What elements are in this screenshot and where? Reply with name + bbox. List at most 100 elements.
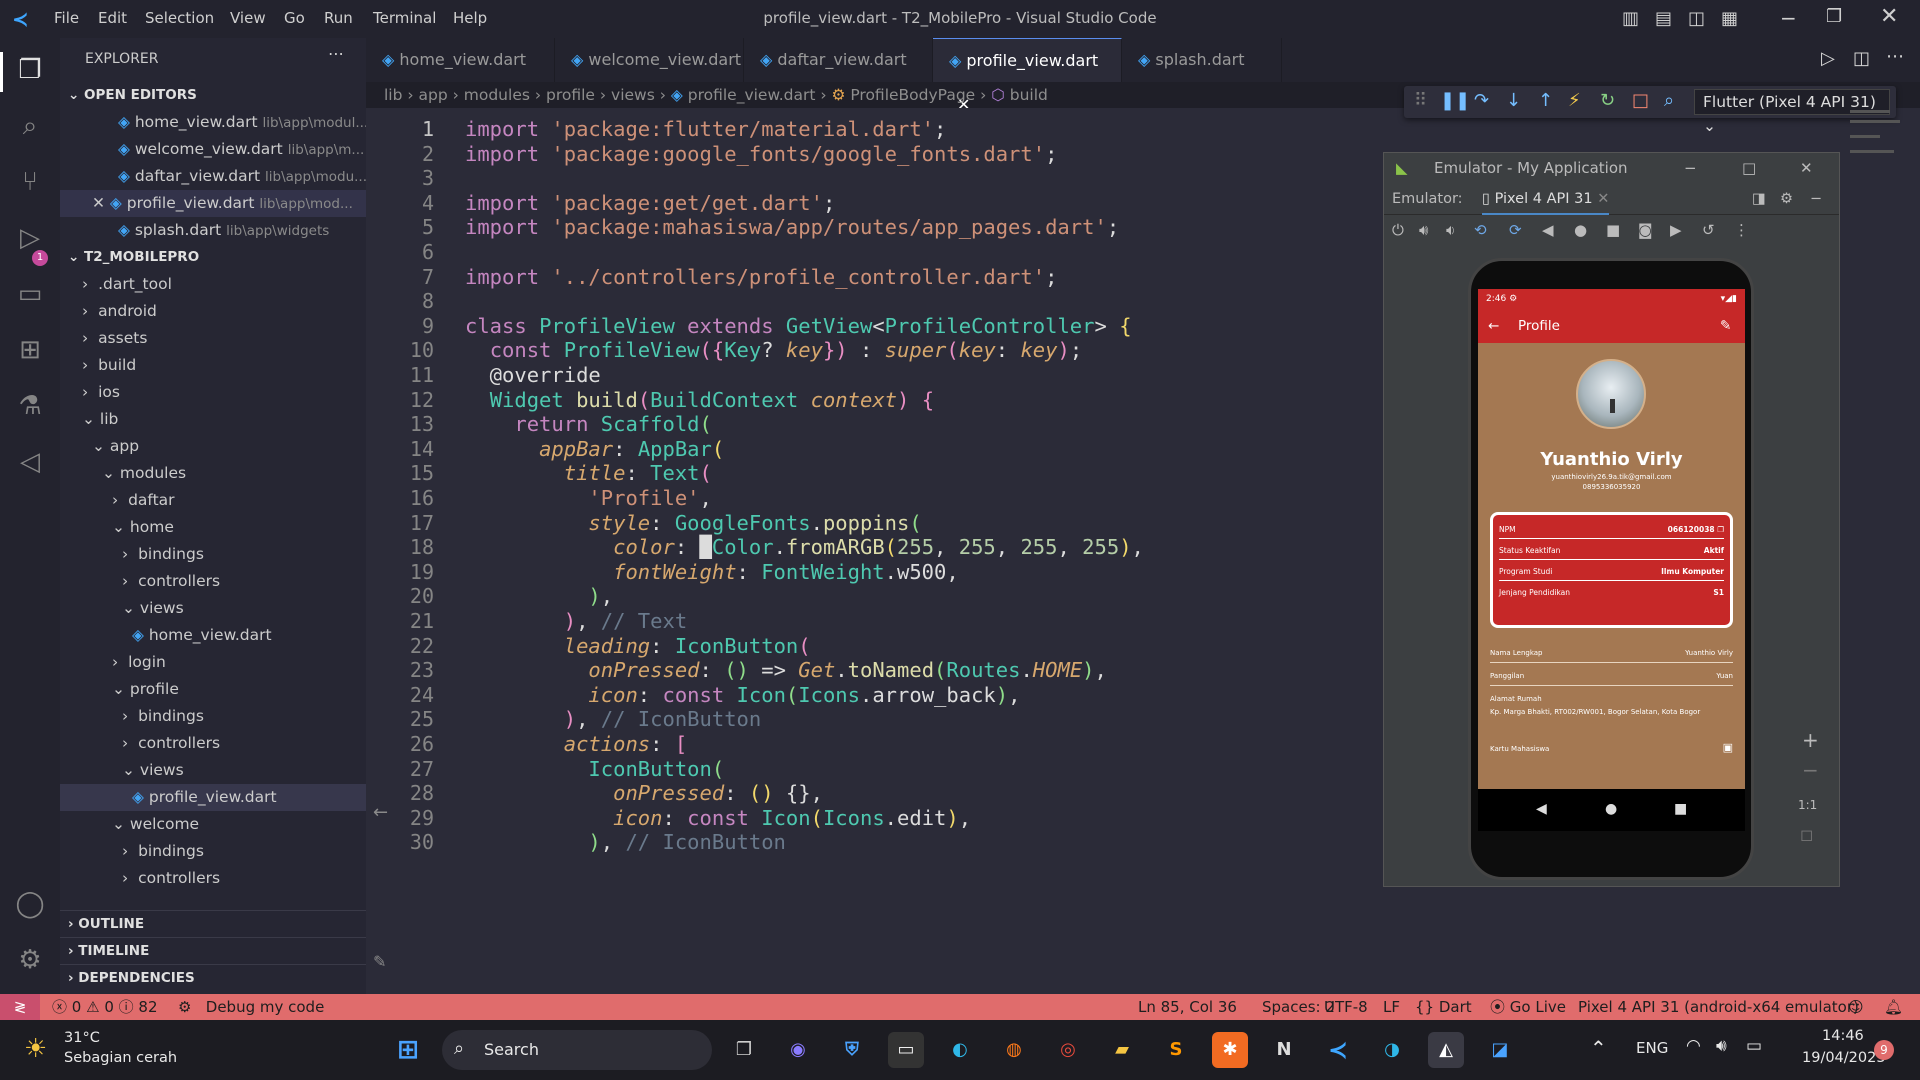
tree-folder[interactable]: ⌄ profile <box>60 676 366 703</box>
open-editor-item[interactable]: ◈ daftar_view.dart lib\app\modu... <box>60 163 366 190</box>
more-actions-icon[interactable]: ⋯ <box>328 44 344 63</box>
restore-icon[interactable]: ❐ <box>1826 6 1842 27</box>
tree-file[interactable]: ◈ home_view.dart <box>60 622 366 649</box>
vscode-icon[interactable]: ≺ <box>1320 1032 1356 1068</box>
remote-icon[interactable]: ≷ <box>0 994 40 1020</box>
volume-icon[interactable]: 🔊︎ <box>1716 1036 1727 1056</box>
tray-chevron-icon[interactable]: ⌃ <box>1590 1036 1607 1060</box>
tree-folder[interactable]: › build <box>60 352 366 379</box>
customize-layout-icon[interactable]: ▦ <box>1721 8 1738 29</box>
zoom-out-icon[interactable]: − <box>1802 758 1819 782</box>
toggle-secondary-sidebar-icon[interactable]: ◫ <box>1688 8 1705 29</box>
tree-folder[interactable]: › controllers <box>60 730 366 757</box>
settings-gear-icon[interactable]: ⚙ <box>14 944 46 976</box>
toggle-sidebar-icon[interactable]: ▥ <box>1622 8 1639 29</box>
volume-up-icon[interactable]: 🔊︎ <box>1419 215 1428 245</box>
run-icon[interactable]: ▷ <box>1821 48 1835 69</box>
id-card-icon[interactable]: ▣ <box>1723 741 1733 754</box>
emu-hide-icon[interactable]: − <box>1810 183 1822 215</box>
android-studio-icon[interactable]: ◭ <box>1428 1032 1464 1068</box>
minimap[interactable] <box>1850 110 1910 530</box>
breadcrumb-item[interactable]: profile_view.dart <box>688 86 816 104</box>
snapshot-icon[interactable]: ↺ <box>1702 215 1715 245</box>
power-icon[interactable]: ⏻ <box>1392 215 1404 245</box>
tree-folder[interactable]: › bindings <box>60 541 366 568</box>
tab-profile-view[interactable]: ◈ profile_view.dart ✕ <box>933 38 1122 114</box>
accounts-icon[interactable]: ◯ <box>14 888 46 920</box>
screenshot-icon[interactable]: ◙ <box>1638 215 1653 245</box>
volume-down-icon[interactable]: 🔉︎ <box>1446 215 1455 245</box>
open-editor-item[interactable]: ◈ splash.dart lib\app\widgets <box>60 217 366 244</box>
tree-folder[interactable]: › bindings <box>60 838 366 865</box>
language-mode[interactable]: {} Dart <box>1415 994 1472 1020</box>
photos-icon[interactable]: ◪ <box>1482 1032 1518 1068</box>
cursor-position[interactable]: Ln 85, Col 36 <box>1138 994 1237 1020</box>
open-editor-item[interactable]: ◈ home_view.dart lib\app\modul... <box>60 109 366 136</box>
tab-welcome-view[interactable]: ◈ welcome_view.dart <box>555 38 744 82</box>
file-explorer-icon[interactable]: ▰ <box>1104 1032 1140 1068</box>
toggle-panel-icon[interactable]: ▤ <box>1655 8 1672 29</box>
restart-icon[interactable]: ↻ <box>1600 90 1615 111</box>
teams-icon[interactable]: ◉ <box>780 1032 816 1068</box>
notifications-icon[interactable]: 🔔︎ <box>1884 994 1903 1020</box>
chrome-icon[interactable]: ◎ <box>1050 1032 1086 1068</box>
tree-folder[interactable]: › .dart_tool <box>60 271 366 298</box>
back-icon[interactable]: ◀ <box>1542 215 1554 245</box>
edge-icon[interactable]: ◐ <box>942 1032 978 1068</box>
nav-home-icon[interactable]: ● <box>1605 801 1617 817</box>
tree-folder[interactable]: › android <box>60 298 366 325</box>
notion-icon[interactable]: N <box>1266 1032 1302 1068</box>
search-icon[interactable]: ⌕ <box>14 110 46 142</box>
weather-icon[interactable]: ☀ <box>24 1034 47 1064</box>
tree-file-selected[interactable]: ◈ profile_view.dart <box>60 784 366 811</box>
zoom-1to1[interactable]: 1:1 <box>1798 798 1817 812</box>
extensions-icon[interactable]: ⊞ <box>14 334 46 366</box>
inspect-icon[interactable]: ⌕ <box>1664 90 1674 111</box>
sublime-icon[interactable]: S <box>1158 1032 1194 1068</box>
emu-layout-icon[interactable]: ◨ <box>1752 183 1766 215</box>
tree-folder[interactable]: ⌄ views <box>60 595 366 622</box>
breadcrumb-item[interactable]: lib <box>384 86 402 104</box>
encoding[interactable]: UTF-8 <box>1324 994 1368 1020</box>
remote-explorer-icon[interactable]: ▭ <box>14 278 46 310</box>
explorer-icon[interactable]: ❐ <box>14 54 46 86</box>
eol[interactable]: LF <box>1383 994 1400 1020</box>
problems-indicator[interactable]: ⓧ 0 ⚠ 0 ⓘ 82 <box>52 994 158 1020</box>
timeline-section[interactable]: › TIMELINE <box>60 937 366 964</box>
start-icon[interactable]: ⊞ <box>390 1032 426 1068</box>
breadcrumb-item[interactable]: app <box>419 86 448 104</box>
edge-dev-icon[interactable]: ◑ <box>1374 1032 1410 1068</box>
tree-folder[interactable]: ⌄ views <box>60 757 366 784</box>
testing-icon[interactable]: ⚗ <box>14 390 46 422</box>
tree-folder[interactable]: › assets <box>60 325 366 352</box>
tree-folder[interactable]: ⌄ lib <box>60 406 366 433</box>
tab-daftar-view[interactable]: ◈ daftar_view.dart <box>744 38 933 82</box>
terminal-icon[interactable]: ▭ <box>888 1032 924 1068</box>
emu-settings-icon[interactable]: ⚙ <box>1780 183 1793 215</box>
dependencies-section[interactable]: › DEPENDENCIES <box>60 964 366 991</box>
emu-minimize-icon[interactable]: − <box>1684 153 1697 183</box>
nav-recents-icon[interactable]: ■ <box>1674 801 1687 817</box>
tab-splash[interactable]: ◈ splash.dart <box>1122 38 1282 82</box>
task-view-icon[interactable]: ❐ <box>726 1032 762 1068</box>
more-icon[interactable]: ⋯ <box>1886 46 1904 67</box>
minimize-icon[interactable]: − <box>1780 6 1797 30</box>
tree-folder[interactable]: › controllers <box>60 865 366 892</box>
notification-badge[interactable]: 9 <box>1874 1040 1894 1060</box>
tree-folder[interactable]: › login <box>60 649 366 676</box>
breadcrumb-item[interactable]: modules <box>464 86 530 104</box>
breadcrumb-item[interactable]: build <box>1010 86 1048 104</box>
phone-screen[interactable]: 2:46 ⚙ ▾◢▮ ← Profile ✎ Yuanthio Virly yua… <box>1478 289 1745 831</box>
hot-reload-icon[interactable]: ⚡ <box>1568 90 1581 111</box>
phone-back-icon[interactable]: ← <box>1488 309 1499 343</box>
tree-folder[interactable]: › controllers <box>60 568 366 595</box>
tree-folder[interactable]: › bindings <box>60 703 366 730</box>
debug-status[interactable]: ⚙ Debug my code <box>178 994 324 1020</box>
record-icon[interactable]: ▶ <box>1670 215 1682 245</box>
tab-home-view[interactable]: ◈ home_view.dart <box>366 38 555 82</box>
tree-folder[interactable]: › ios <box>60 379 366 406</box>
home-icon[interactable]: ● <box>1574 215 1587 245</box>
tree-folder[interactable]: ⌄ welcome <box>60 811 366 838</box>
stop-icon[interactable]: □ <box>1632 90 1649 111</box>
go-live[interactable]: ⦿ Go Live <box>1490 994 1566 1020</box>
